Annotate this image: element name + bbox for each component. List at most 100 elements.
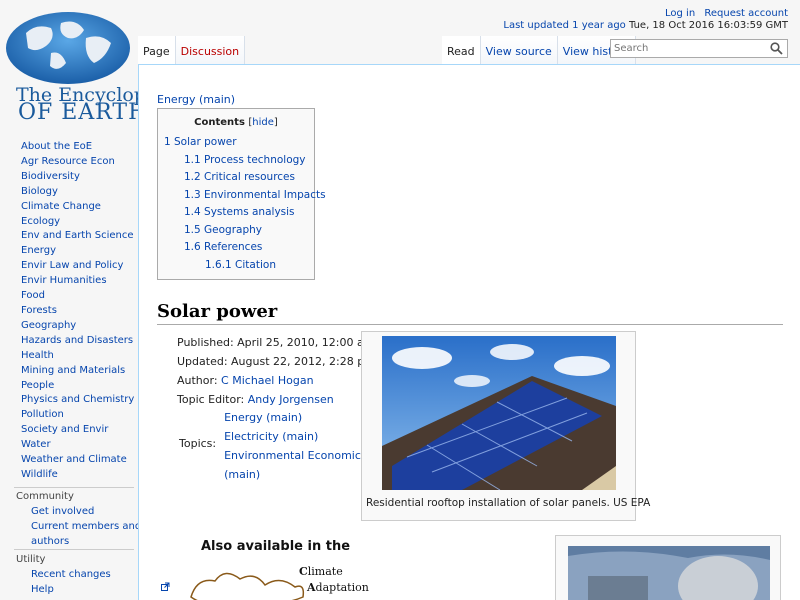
toc-link[interactable]: 1.5 Geography <box>184 224 262 236</box>
banner-title: Also available in the <box>201 539 351 554</box>
author-link[interactable]: C Michael Hogan <box>221 374 314 387</box>
toc-link[interactable]: 1 Solar power <box>164 136 237 148</box>
sidebar-nav-item[interactable]: Biology <box>0 185 138 200</box>
toc-item[interactable]: 1.6.1 Citation <box>164 257 308 275</box>
sidebar-community-item[interactable]: Current members and <box>0 520 141 535</box>
tab-read[interactable]: Read <box>442 36 481 65</box>
topics-label: Topics: <box>179 437 217 450</box>
a-letter: A <box>307 581 316 594</box>
section-heading: Solar power <box>157 301 783 325</box>
sidebar-nav-item[interactable]: Hazards and Disasters <box>0 334 138 349</box>
sidebar-nav-item[interactable]: Weather and Climate <box>0 453 138 468</box>
sidebar-nav-item[interactable]: Pollution <box>0 408 138 423</box>
editor-link[interactable]: Andy Jorgensen <box>248 393 334 406</box>
sidebar-nav-item[interactable]: Health <box>0 349 138 364</box>
climate-word: Climate <box>299 565 343 578</box>
sidebar-nav-item[interactable]: Env and Earth Science <box>0 229 138 244</box>
sidebar-community-item[interactable]: Get involved <box>0 505 141 520</box>
toc-link[interactable]: 1.6 References <box>184 241 262 253</box>
sidebar-nav-item[interactable]: Agr Resource Econ <box>0 155 138 170</box>
tab-page[interactable]: Page <box>138 36 176 65</box>
tab-page-label[interactable]: Page <box>143 45 170 58</box>
topic-link[interactable]: Environmental Economics <box>224 446 367 465</box>
sidebar-nav-item[interactable]: People <box>0 379 138 394</box>
sidebar-nav-item[interactable]: Forests <box>0 304 138 319</box>
toc-link[interactable]: 1.4 Systems analysis <box>184 206 295 218</box>
c-letter: C <box>299 565 308 578</box>
toc-item[interactable]: 1 Solar power <box>164 134 308 152</box>
last-updated-date: Tue, 18 Oct 2016 16:03:59 GMT <box>628 20 788 31</box>
toc-item[interactable]: 1.4 Systems analysis <box>164 204 308 222</box>
author-label: Author: <box>177 374 222 387</box>
toc-header: Contents [hide] <box>164 117 308 128</box>
tab-read-label[interactable]: Read <box>447 45 475 58</box>
tab-view-source-label[interactable]: View source <box>486 45 552 58</box>
toc-item[interactable]: 1.5 Geography <box>164 222 308 240</box>
tab-discussion[interactable]: Discussion <box>175 36 246 65</box>
last-updated-link[interactable]: Last updated 1 year ago <box>503 20 625 31</box>
toc-list: 1 Solar power 1.1 Process technology 1.2… <box>164 134 326 275</box>
sidebar-nav-item[interactable]: Wildlife <box>0 468 138 483</box>
topics: Topics: Energy (main) Electricity (main)… <box>179 408 367 484</box>
toc-link[interactable]: 1.6.1 Citation <box>205 259 276 271</box>
editor-line: Topic Editor: Andy Jorgensen <box>177 390 375 409</box>
topic-link[interactable]: Electricity (main) <box>224 427 367 446</box>
sidebar-nav-item[interactable]: Geography <box>0 319 138 334</box>
login-link[interactable]: Log in <box>665 8 695 19</box>
request-account-link[interactable]: Request account <box>704 8 788 19</box>
breadcrumb[interactable]: Energy (main) <box>157 93 235 106</box>
search-icon[interactable] <box>770 42 783 55</box>
sidebar-utility-item[interactable]: Help <box>0 583 111 598</box>
topic-link[interactable]: (main) <box>224 465 367 484</box>
community-heading: Community <box>16 491 74 502</box>
toc-toggle[interactable]: hide <box>252 117 274 128</box>
sidebar-divider <box>14 549 134 550</box>
sidebar-nav-item[interactable]: Ecology <box>0 215 138 230</box>
solar-panel-image[interactable] <box>382 336 616 490</box>
sidebar-nav-item[interactable]: Envir Law and Policy <box>0 259 138 274</box>
content-area: Energy (main) Contents [hide] 1 Solar po… <box>138 64 800 600</box>
published-date: Published: April 25, 2010, 12:00 am <box>177 336 375 349</box>
author-line: Author: C Michael Hogan <box>177 371 375 390</box>
search-input[interactable] <box>611 40 761 57</box>
tab-discussion-label[interactable]: Discussion <box>181 45 240 58</box>
toc-link[interactable]: 1.2 Critical resources <box>184 171 295 183</box>
sidebar-nav-item[interactable]: Energy <box>0 244 138 259</box>
community-links: Get involved Current members and authors <box>0 505 141 549</box>
editor-label: Topic Editor: <box>177 393 248 406</box>
sidebar-nav-item[interactable]: Water <box>0 438 138 453</box>
climate-adaptation-banner[interactable]: Also available in the Climate Adaptation <box>185 539 375 600</box>
toc-item[interactable]: 1.2 Critical resources <box>164 169 308 187</box>
toc-link[interactable]: 1.1 Process technology <box>184 154 306 166</box>
toc-title: Contents <box>194 117 245 128</box>
toc-item[interactable]: 1.1 Process technology <box>164 152 308 170</box>
sidebar-nav-item[interactable]: Food <box>0 289 138 304</box>
solar-dish-image[interactable] <box>568 546 770 600</box>
sidebar-divider <box>14 487 134 488</box>
topics-links: Energy (main) Electricity (main) Environ… <box>224 408 367 484</box>
toc-item[interactable]: 1.3 Environmental Impacts <box>164 187 326 205</box>
sidebar-utility-item[interactable]: Recent changes <box>0 568 111 583</box>
article-meta: Published: April 25, 2010, 12:00 am Upda… <box>177 333 375 409</box>
sidebar-community-item[interactable]: authors <box>0 535 141 550</box>
external-link-icon[interactable] <box>161 582 170 591</box>
personal-tools: Log in Request account <box>659 8 788 19</box>
sidebar-nav-item[interactable]: About the EoE <box>0 140 138 155</box>
globe-icon <box>6 12 130 84</box>
search-box <box>610 39 788 58</box>
sidebar-nav-item[interactable]: Society and Envir <box>0 423 138 438</box>
sidebar-nav-item[interactable]: Envir Humanities <box>0 274 138 289</box>
site-logo[interactable]: The Encyclopedia OF EARTH <box>6 8 187 125</box>
toc-item[interactable]: 1.6 References <box>164 239 308 257</box>
toc-link[interactable]: 1.3 Environmental Impacts <box>184 189 326 201</box>
climate-rest: limate <box>307 565 343 578</box>
sidebar-nav-item[interactable]: Biodiversity <box>0 170 138 185</box>
utility-links: Recent changes Help <box>0 568 111 598</box>
topic-link[interactable]: Energy (main) <box>224 408 367 427</box>
logo-line2: OF EARTH <box>18 100 149 125</box>
updated-date: Updated: August 22, 2012, 2:28 pm <box>177 355 375 368</box>
sidebar-nav-item[interactable]: Physics and Chemistry <box>0 393 138 408</box>
sidebar-nav-item[interactable]: Climate Change <box>0 200 138 215</box>
sidebar-nav-item[interactable]: Mining and Materials <box>0 364 138 379</box>
tab-view-source[interactable]: View source <box>480 36 558 65</box>
